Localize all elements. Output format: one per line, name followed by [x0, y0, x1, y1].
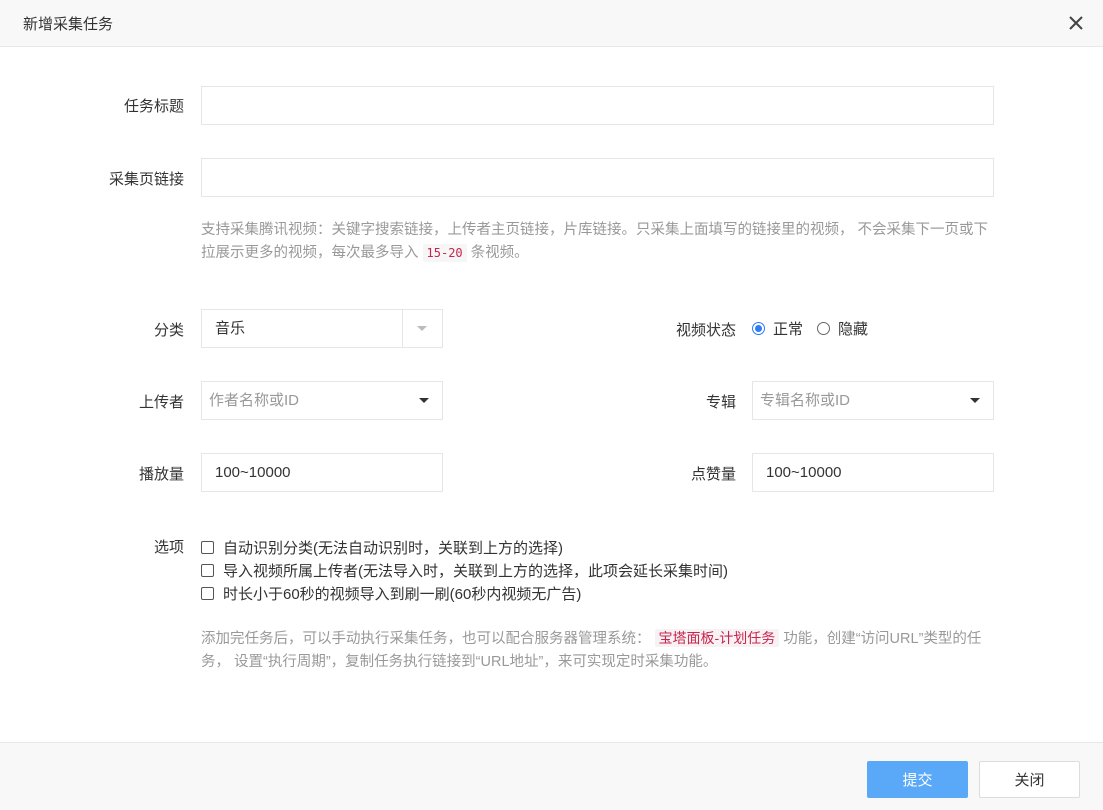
- dialog-footer: 提交 关闭: [0, 742, 1103, 810]
- schedule-help-text: 添加完任务后，可以手动执行采集任务，也可以配合服务器管理系统：: [201, 631, 651, 647]
- import-uploader-label: 导入视频所属上传者(无法导入时，关联到上方的选择，此项会延长采集时间): [223, 563, 728, 580]
- status-hidden-label: 隐藏: [838, 320, 869, 338]
- dialog-title: 新增采集任务: [23, 16, 114, 33]
- caret-down-icon: [970, 398, 980, 403]
- album-label: 专辑: [705, 394, 736, 411]
- checkbox-icon: [201, 541, 214, 554]
- checkbox-icon: [201, 564, 214, 577]
- collect-url-label: 采集页链接: [108, 171, 184, 188]
- task-title-input[interactable]: [201, 86, 994, 125]
- auto-category-label: 自动识别分类(无法自动识别时，关联到上方的选择): [223, 540, 563, 557]
- album-placeholder: 专辑名称或ID: [760, 392, 851, 409]
- add-collect-task-dialog: 新增采集任务 任务标题 采集页链接 支持采集腾讯视频：关键字搜索链接，上传者主页…: [0, 0, 1103, 810]
- status-normal-radio[interactable]: 正常: [752, 318, 803, 339]
- dialog-header: 新增采集任务: [0, 0, 1103, 47]
- submit-button[interactable]: 提交: [867, 761, 968, 798]
- checkbox-icon: [201, 587, 214, 600]
- like-count-value: 100~10000: [766, 464, 842, 481]
- status-normal-label: 正常: [773, 320, 804, 338]
- auto-category-checkbox[interactable]: 自动识别分类(无法自动识别时，关联到上方的选择): [201, 536, 728, 559]
- import-uploader-checkbox[interactable]: 导入视频所属上传者(无法导入时，关联到上方的选择，此项会延长采集时间): [201, 559, 728, 582]
- short-video-label: 时长小于60秒的视频导入到刷一刷(60秒内视频无广告): [223, 586, 582, 603]
- status-hidden-radio[interactable]: 隐藏: [817, 318, 868, 339]
- options-label: 选项: [153, 539, 184, 556]
- collect-url-help-text: 支持采集腾讯视频：关键字搜索链接，上传者主页链接，片库链接。只采集上面填写的链接…: [201, 222, 989, 261]
- close-icon[interactable]: [1065, 12, 1087, 34]
- album-select[interactable]: 专辑名称或ID: [752, 381, 994, 420]
- collect-url-help: 支持采集腾讯视频：关键字搜索链接，上传者主页链接，片库链接。只采集上面填写的链接…: [201, 219, 1001, 265]
- schedule-help: 添加完任务后，可以手动执行采集任务，也可以配合服务器管理系统： 宝塔面板-计划任…: [201, 628, 991, 674]
- like-count-input[interactable]: 100~10000: [752, 453, 994, 492]
- video-status-radio-group: 正常 隐藏: [752, 316, 882, 340]
- radio-checked-icon: [752, 321, 765, 335]
- like-count-label: 点赞量: [690, 466, 736, 483]
- bt-panel-code: 宝塔面板-计划任务: [654, 629, 780, 647]
- video-status-label: 视频状态: [675, 322, 736, 339]
- radio-unchecked-icon: [817, 321, 831, 335]
- options-checkbox-group: 自动识别分类(无法自动识别时，关联到上方的选择) 导入视频所属上传者(无法导入时…: [201, 536, 728, 605]
- short-video-checkbox[interactable]: 时长小于60秒的视频导入到刷一刷(60秒内视频无广告): [201, 582, 728, 605]
- collect-url-input[interactable]: [201, 158, 994, 197]
- task-title-label: 任务标题: [123, 98, 184, 115]
- close-button[interactable]: 关闭: [979, 761, 1080, 798]
- collect-url-help-suffix: 条视频。: [470, 245, 529, 261]
- collect-limit-code: 15-20: [422, 244, 467, 262]
